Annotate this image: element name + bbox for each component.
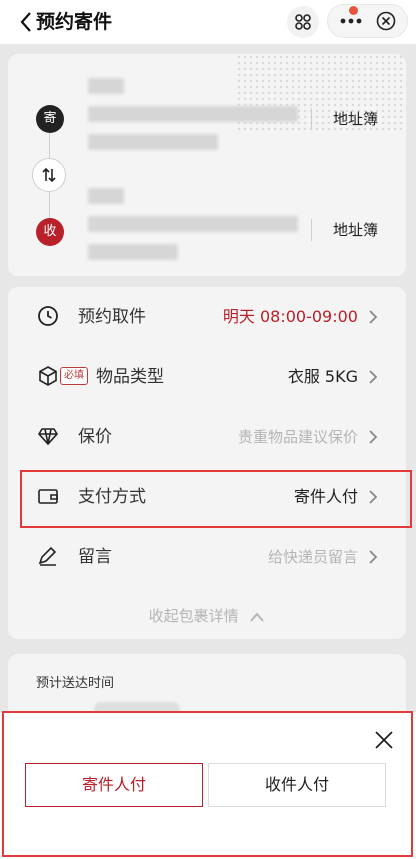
required-tag: 必填 bbox=[60, 367, 88, 385]
connector-line bbox=[49, 133, 50, 158]
scan-button[interactable] bbox=[287, 6, 319, 38]
receiver-badge: 收 bbox=[36, 218, 64, 246]
diamond-icon bbox=[36, 424, 60, 448]
insurance-value: 贵重物品建议保价 bbox=[237, 428, 358, 446]
swap-address-button[interactable] bbox=[32, 158, 66, 192]
map-decoration bbox=[236, 54, 406, 134]
receiver-address-blurred bbox=[88, 244, 178, 260]
message-value: 给快递员留言 bbox=[267, 548, 358, 566]
sender-badge: 寄 bbox=[36, 105, 64, 133]
row-insurance[interactable]: 保价 贵重物品建议保价 bbox=[8, 407, 406, 467]
divider bbox=[311, 219, 312, 241]
collapse-label: 收起包裹详情 bbox=[148, 607, 239, 625]
row-item-type[interactable]: 必填 物品类型 衣服 5KG bbox=[8, 347, 406, 407]
clock-icon bbox=[36, 304, 60, 328]
pickup-value: 明天 08:00-09:00 bbox=[222, 307, 358, 326]
chevron-right-icon bbox=[369, 430, 378, 444]
sender-address-book-link[interactable]: 地址簿 bbox=[333, 108, 378, 129]
pen-icon bbox=[36, 544, 60, 568]
sender-address-blurred bbox=[88, 134, 218, 150]
divider bbox=[311, 108, 312, 130]
chevron-left-icon bbox=[20, 12, 31, 32]
receiver-address-book-link[interactable]: 地址簿 bbox=[333, 219, 378, 240]
options-card: 预约取件 明天 08:00-09:00 必填 物品类型 衣服 5KG 保价 贵重… bbox=[8, 287, 406, 639]
receiver-phone-blurred bbox=[88, 216, 298, 232]
bottom-sheet-highlight bbox=[2, 711, 413, 857]
swap-icon bbox=[42, 167, 56, 183]
chevron-right-icon bbox=[369, 550, 378, 564]
item-type-label: 物品类型 bbox=[96, 367, 164, 387]
eta-label: 预计送达时间 bbox=[36, 676, 115, 691]
chevron-up-icon bbox=[250, 611, 265, 622]
page-title: 预约寄件 bbox=[36, 11, 113, 33]
sender-name-blurred bbox=[88, 78, 124, 94]
chevron-right-icon bbox=[369, 310, 378, 324]
receiver-name-blurred bbox=[88, 188, 124, 204]
notification-dot bbox=[349, 6, 358, 15]
more-dots-icon bbox=[340, 18, 362, 24]
scan-icon bbox=[295, 14, 311, 30]
row-message[interactable]: 留言 给快递员留言 bbox=[8, 527, 406, 587]
message-label: 留言 bbox=[78, 547, 112, 567]
payment-row-highlight bbox=[20, 470, 412, 528]
connector-line bbox=[49, 192, 50, 218]
package-icon bbox=[36, 364, 60, 388]
address-card: 寄 收 地址簿 地址簿 bbox=[8, 54, 406, 276]
item-type-value: 衣服 5KG bbox=[287, 367, 358, 386]
mini-program-capsule bbox=[327, 4, 408, 38]
pickup-label: 预约取件 bbox=[78, 307, 146, 327]
collapse-details-button[interactable]: 收起包裹详情 bbox=[8, 605, 406, 626]
row-pickup-time[interactable]: 预约取件 明天 08:00-09:00 bbox=[8, 287, 406, 347]
close-circle-icon bbox=[376, 11, 396, 31]
sender-phone-blurred bbox=[88, 106, 298, 122]
close-mini-program-button[interactable] bbox=[372, 8, 400, 34]
insurance-label: 保价 bbox=[78, 427, 112, 447]
chevron-right-icon bbox=[369, 370, 378, 384]
nav-bar: 预约寄件 bbox=[0, 0, 416, 44]
